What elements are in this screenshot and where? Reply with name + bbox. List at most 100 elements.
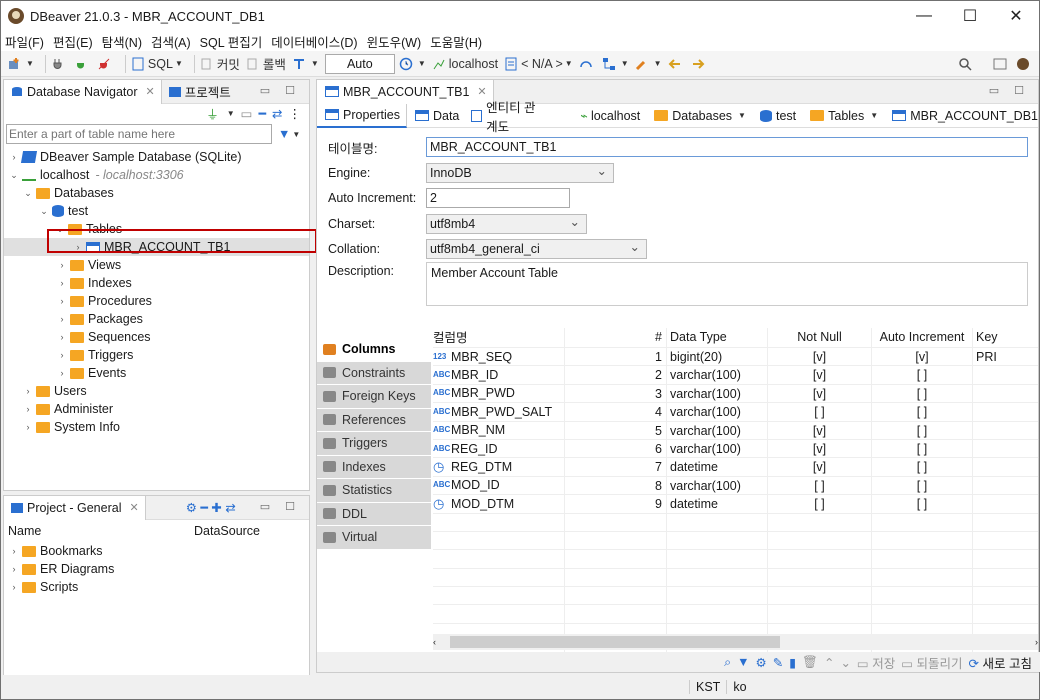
tree-node-users[interactable]: › Users <box>4 382 309 400</box>
tree-node-system-info[interactable]: › System Info <box>4 418 309 436</box>
menu-navigate[interactable]: 탐색(N) <box>102 32 142 51</box>
cell-not-null[interactable]: [v] <box>768 421 872 439</box>
edit-icon[interactable]: ✎ <box>773 655 783 670</box>
forward-icon[interactable] <box>691 57 708 71</box>
new-folder-icon[interactable]: ▭ <box>241 106 253 121</box>
menu-help[interactable]: 도움말(H) <box>430 32 482 51</box>
header-auto-increment[interactable]: Auto Increment <box>872 328 973 347</box>
perspective-icon[interactable] <box>993 57 1010 71</box>
project-item-scripts[interactable]: › Scripts <box>4 578 309 596</box>
tab-er-diagram[interactable]: 엔티티 관계도 <box>465 101 544 134</box>
cell-column-name[interactable]: ABC MBR_PWD_SALT <box>433 403 565 421</box>
close-button[interactable]: ✕ <box>993 1 1039 31</box>
table-filter-input[interactable] <box>6 124 272 144</box>
cell-data-type[interactable]: varchar(100) <box>667 476 768 495</box>
cell-ordinal[interactable]: 3 <box>565 384 667 403</box>
cell-key[interactable] <box>973 495 1033 512</box>
table-row[interactable]: ABC MBR_ID 2 varchar(100) [v][ ] <box>433 366 1038 385</box>
active-datasource-selector[interactable]: localhost <box>432 57 498 71</box>
cell-not-null[interactable]: [v] <box>768 458 872 476</box>
er-icon[interactable]: ▼ <box>602 57 629 71</box>
cell-column-name[interactable]: 123 MBR_SEQ <box>433 348 565 366</box>
cell-key[interactable] <box>973 422 1033 439</box>
cell-ordinal[interactable]: 2 <box>565 366 667 384</box>
tab-properties[interactable]: Properties <box>317 103 407 128</box>
tree-node-procedures[interactable]: › Procedures <box>4 292 309 310</box>
cell-column-name[interactable]: ABC MBR_NM <box>433 421 565 439</box>
table-row[interactable]: ABC REG_ID 6 varchar(100) [v][ ] <box>433 439 1038 459</box>
tab-foreign-keys[interactable]: Foreign Keys <box>317 385 431 409</box>
breadcrumb-test[interactable]: test <box>758 109 796 123</box>
cell-auto-increment[interactable]: [ ] <box>872 366 973 384</box>
transaction-mode-icon[interactable]: ▼ <box>292 57 319 71</box>
cell-data-type[interactable]: varchar(100) <box>667 366 768 384</box>
cell-column-name[interactable]: ABC REG_ID <box>433 439 565 458</box>
table-row[interactable]: ABC MBR_NM 5 varchar(100) [v][ ] <box>433 421 1038 440</box>
save-button[interactable]: ▭ 저장 <box>857 653 895 672</box>
rollback-button[interactable]: 롤백 <box>246 54 286 73</box>
tab-virtual[interactable]: Virtual <box>317 526 431 550</box>
cell-data-type[interactable]: datetime <box>667 458 768 476</box>
tab-project-general[interactable]: Project - General ✕ <box>4 495 146 520</box>
cell-data-type[interactable]: bigint(20) <box>667 348 768 366</box>
table-row[interactable]: ABC MBR_PWD 3 varchar(100) [v][ ] <box>433 384 1038 404</box>
auto-increment-input[interactable]: 2 <box>426 188 570 208</box>
collation-select[interactable]: utf8mb4_general_ci <box>426 238 647 259</box>
cell-auto-increment[interactable]: [ ] <box>872 495 973 513</box>
cell-ordinal[interactable]: 5 <box>565 421 667 439</box>
panel-min-max-icons[interactable]: ▭ ☐ <box>260 84 301 97</box>
cell-ordinal[interactable]: 7 <box>565 458 667 476</box>
cell-ordinal[interactable]: 1 <box>565 348 667 366</box>
cell-key[interactable]: PRI <box>973 348 1033 365</box>
cell-data-type[interactable]: datetime <box>667 495 768 513</box>
tree-node-sample-db[interactable]: › DBeaver Sample Database (SQLite) <box>4 148 309 166</box>
refresh-button[interactable]: ⟳ 새로 고침 <box>969 653 1032 672</box>
view-menu-icon[interactable]: ⋮ <box>289 106 302 121</box>
cell-column-name[interactable]: ◷ MOD_DTM <box>433 495 565 513</box>
table-row[interactable]: ◷ REG_DTM 7 datetime [v][ ] <box>433 458 1038 477</box>
tree-node-views[interactable]: › Views <box>4 256 309 274</box>
column-name-header[interactable]: Name <box>8 524 194 538</box>
cell-auto-increment[interactable]: [ ] <box>872 458 973 476</box>
cell-column-name[interactable]: ABC MOD_ID <box>433 476 565 495</box>
cell-not-null[interactable]: [v] <box>768 348 872 366</box>
header-key[interactable]: Key <box>973 328 1033 347</box>
charset-select[interactable]: utf8mb4 <box>426 213 587 234</box>
close-tab-icon[interactable]: ✕ <box>145 85 154 98</box>
tab-database-navigator[interactable]: Database Navigator ✕ <box>4 79 162 104</box>
settings-icon[interactable]: ⚙ <box>755 655 766 670</box>
tab-constraints[interactable]: Constraints <box>317 361 431 385</box>
panel-min-max-icons[interactable]: ▭ ☐ <box>989 84 1030 97</box>
tree-node-administer[interactable]: › Administer <box>4 400 309 418</box>
cell-auto-increment[interactable]: [ ] <box>872 439 973 458</box>
tab-statistics[interactable]: Statistics <box>317 479 431 503</box>
invalidate-icon[interactable] <box>74 57 91 71</box>
tab-data[interactable]: Data <box>407 104 465 128</box>
tree-node-packages[interactable]: › Packages <box>4 310 309 328</box>
cell-data-type[interactable]: varchar(100) <box>667 439 768 458</box>
close-tab-icon[interactable]: ✕ <box>129 501 138 514</box>
new-connection-button[interactable]: ▼ <box>7 57 34 71</box>
tree-node-events[interactable]: › Events <box>4 364 309 382</box>
tab-references[interactable]: References <box>317 408 431 432</box>
link-editor-icon[interactable]: ⇄ <box>272 106 282 121</box>
cell-not-null[interactable]: [ ] <box>768 403 872 421</box>
filter-icon[interactable]: ▼ <box>278 127 290 141</box>
auto-commit-combo[interactable]: Auto <box>324 53 395 74</box>
cell-ordinal[interactable]: 4 <box>565 403 667 421</box>
header-column-name[interactable]: 컬럼명 <box>433 328 565 347</box>
description-textarea[interactable]: Member Account Table <box>426 262 1028 306</box>
header-not-null[interactable]: Not Null <box>768 328 872 347</box>
revert-button[interactable]: ▭ 되돌리기 <box>901 653 962 672</box>
cell-not-null[interactable]: [ ] <box>768 495 872 513</box>
dashboard-icon[interactable] <box>579 57 596 71</box>
menu-search[interactable]: 검색(A) <box>151 32 191 51</box>
back-icon[interactable] <box>668 57 685 71</box>
history-icon[interactable]: ▼ <box>399 57 426 71</box>
cell-key[interactable] <box>973 403 1033 420</box>
menu-file[interactable]: 파일(F) <box>5 32 44 51</box>
search-icon[interactable] <box>958 57 975 71</box>
project-item-bookmarks[interactable]: › Bookmarks <box>4 542 309 560</box>
cell-key[interactable] <box>973 458 1033 475</box>
table-row[interactable]: ◷ MOD_DTM 9 datetime[ ][ ] <box>433 495 1038 514</box>
